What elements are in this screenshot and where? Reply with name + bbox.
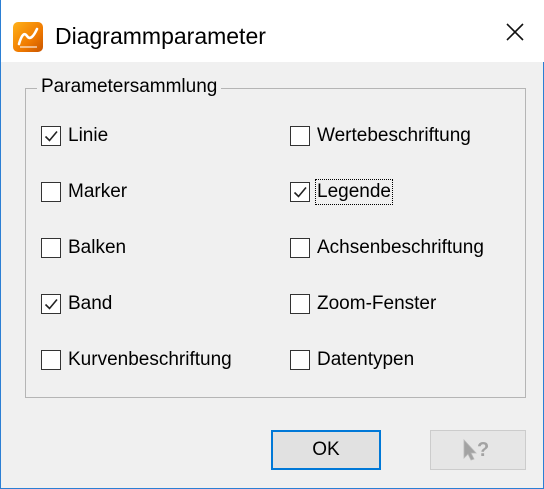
checkbox-label: Zoom-Fenster bbox=[317, 293, 437, 314]
checkbox-box[interactable] bbox=[41, 182, 61, 202]
checkbox-box[interactable] bbox=[290, 126, 310, 146]
checkbox-datentypen[interactable]: Datentypen bbox=[290, 346, 414, 374]
checkbox-kurvenbeschriftung[interactable]: Kurvenbeschriftung bbox=[41, 346, 232, 374]
checkbox-box[interactable] bbox=[290, 182, 310, 202]
checkbox-box[interactable] bbox=[41, 350, 61, 370]
checkbox-zoom-fenster[interactable]: Zoom-Fenster bbox=[290, 290, 436, 318]
checkbox-marker[interactable]: Marker bbox=[41, 178, 127, 206]
checkbox-box[interactable] bbox=[41, 126, 61, 146]
svg-text:?: ? bbox=[477, 439, 489, 461]
checkbox-achsenbeschriftung[interactable]: Achsenbeschriftung bbox=[290, 234, 484, 262]
ok-button[interactable]: OK bbox=[271, 430, 381, 470]
context-help-icon: ? bbox=[463, 438, 489, 461]
checkbox-label: Marker bbox=[68, 181, 128, 202]
checkbox-legende[interactable]: Legende bbox=[290, 178, 393, 206]
window-title: Diagrammparameter bbox=[55, 23, 266, 49]
app-logo-icon bbox=[13, 22, 43, 52]
checkbox-label: Achsenbeschriftung bbox=[317, 237, 484, 258]
checkbox-box[interactable] bbox=[41, 238, 61, 258]
checkbox-label: Band bbox=[68, 293, 113, 314]
checkbox-box[interactable] bbox=[290, 238, 310, 258]
group-legend: Parametersammlung bbox=[37, 75, 222, 99]
context-help-button[interactable]: ? bbox=[430, 430, 526, 470]
checkbox-balken[interactable]: Balken bbox=[41, 234, 126, 262]
checkbox-label: Balken bbox=[68, 237, 127, 258]
checkmark-icon bbox=[44, 298, 58, 310]
checkbox-linie[interactable]: Linie bbox=[41, 122, 108, 150]
close-button[interactable] bbox=[489, 0, 544, 62]
dialog-window: Diagrammparameter Parametersammlung Lini… bbox=[0, 0, 544, 489]
checkbox-label: Legende bbox=[315, 179, 393, 205]
checkbox-box[interactable] bbox=[290, 350, 310, 370]
checkbox-label: Linie bbox=[68, 125, 109, 146]
checkbox-label: Datentypen bbox=[317, 349, 415, 370]
checkmark-icon bbox=[293, 186, 307, 198]
checkbox-label: Wertebeschriftung bbox=[317, 125, 471, 146]
checkbox-box[interactable] bbox=[290, 294, 310, 314]
checkbox-band[interactable]: Band bbox=[41, 290, 112, 318]
checkbox-label: Kurvenbeschriftung bbox=[68, 349, 232, 370]
close-icon bbox=[506, 23, 524, 41]
checkbox-box[interactable] bbox=[41, 294, 61, 314]
checkmark-icon bbox=[44, 130, 58, 142]
title-bar: Diagrammparameter bbox=[1, 0, 544, 62]
checkbox-wertebeschriftung[interactable]: Wertebeschriftung bbox=[290, 122, 471, 150]
